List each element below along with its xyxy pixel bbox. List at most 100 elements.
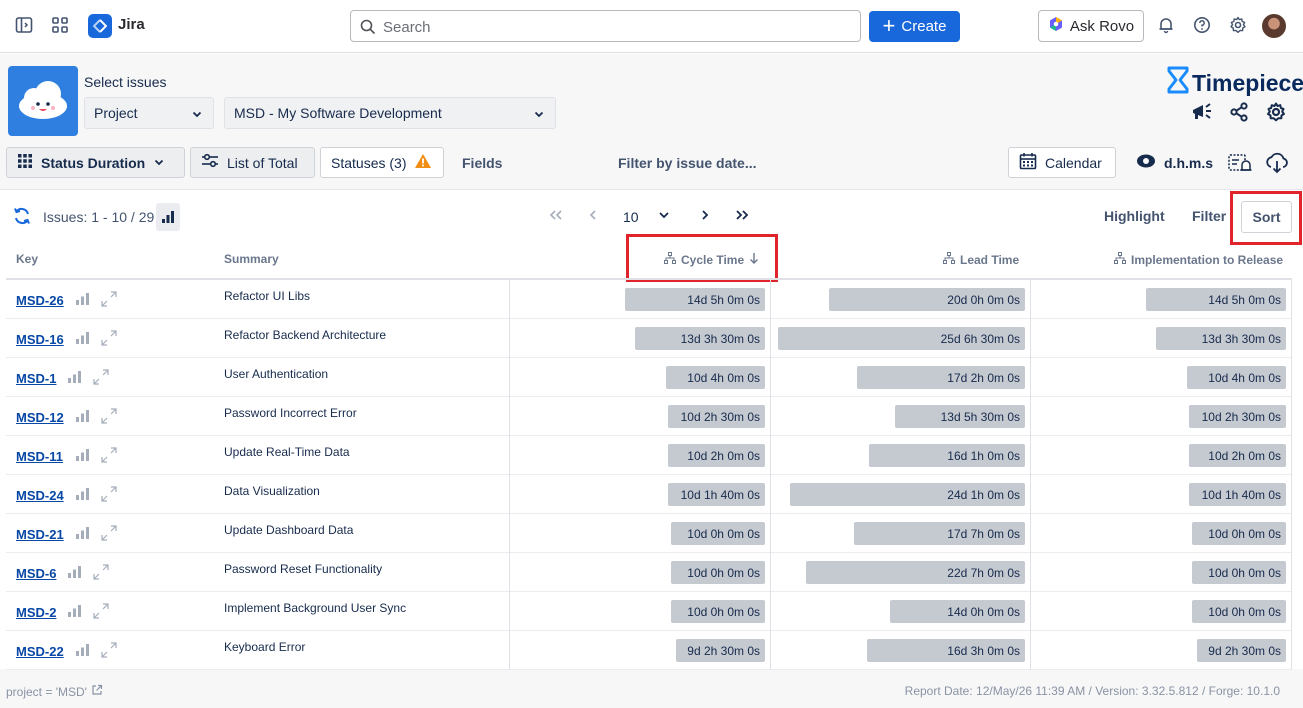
ask-rovo-button[interactable]: Ask Rovo (1038, 10, 1144, 42)
cycle-duration-bar[interactable]: 10d 2h 30m 0s (668, 405, 765, 428)
expand-details-icon[interactable] (100, 407, 118, 425)
sidebar-toggle-icon[interactable] (14, 15, 34, 35)
issue-key-link[interactable]: MSD-1 (16, 371, 56, 386)
lead-duration-bar[interactable]: 16d 3h 0m 0s (867, 639, 1025, 662)
status-duration-dropdown[interactable]: Status Duration (6, 147, 185, 178)
column-header-cycle-time[interactable]: Cycle Time (664, 252, 759, 267)
app-switcher-icon[interactable] (50, 15, 70, 35)
lead-duration-bar[interactable]: 14d 0h 0m 0s (890, 600, 1025, 623)
last-page-icon[interactable] (734, 208, 750, 225)
expand-details-icon[interactable] (92, 602, 110, 620)
lead-duration-bar[interactable]: 13d 5h 30m 0s (895, 405, 1025, 428)
jira-logo-icon[interactable] (88, 14, 112, 38)
app-name[interactable]: Jira (118, 16, 145, 33)
status-chart-icon[interactable] (75, 488, 90, 500)
sort-button[interactable]: Sort (1241, 201, 1292, 233)
status-chart-icon[interactable] (75, 449, 90, 461)
schedule-report-icon[interactable] (1228, 151, 1252, 175)
page-size-value[interactable]: 10 (623, 209, 639, 225)
fields-button[interactable]: Fields (452, 147, 512, 178)
expand-details-icon[interactable] (100, 290, 118, 308)
expand-details-icon[interactable] (100, 524, 118, 542)
highlight-button[interactable]: Highlight (1104, 208, 1165, 224)
list-of-total-button[interactable]: List of Total (190, 147, 315, 178)
lead-duration-bar[interactable]: 17d 2h 0m 0s (857, 366, 1025, 389)
column-header-lead-time[interactable]: Lead Time (943, 252, 1019, 267)
impl-duration-bar[interactable]: 10d 0h 0m 0s (1192, 600, 1286, 623)
lead-duration-bar[interactable]: 24d 1h 0m 0s (790, 483, 1025, 506)
notifications-bell-icon[interactable] (1156, 15, 1176, 35)
filter-by-issue-date-button[interactable]: Filter by issue date... (608, 147, 767, 178)
issue-key-link[interactable]: MSD-2 (16, 605, 56, 620)
refresh-icon[interactable] (12, 206, 32, 229)
status-chart-icon[interactable] (75, 527, 90, 539)
issue-key-link[interactable]: MSD-12 (16, 410, 64, 425)
status-chart-icon[interactable] (68, 371, 82, 383)
impl-duration-bar[interactable]: 9d 2h 30m 0s (1197, 639, 1286, 662)
chart-view-icon[interactable] (156, 203, 180, 231)
lead-duration-bar[interactable]: 17d 7h 0m 0s (854, 522, 1025, 545)
announcement-megaphone-icon[interactable] (1190, 100, 1214, 124)
time-format-toggle[interactable]: d.h.m.s (1126, 147, 1223, 178)
expand-details-icon[interactable] (100, 446, 118, 464)
app-settings-gear-icon[interactable] (1264, 100, 1288, 124)
issue-key-link[interactable]: MSD-24 (16, 488, 64, 503)
column-header-implementation-to-release[interactable]: Implementation to Release (1114, 252, 1283, 267)
lead-duration-bar[interactable]: 20d 0h 0m 0s (829, 288, 1025, 311)
column-header-key[interactable]: Key (16, 252, 38, 266)
first-page-icon[interactable] (548, 208, 564, 225)
issue-key-link[interactable]: MSD-16 (16, 332, 64, 347)
impl-duration-bar[interactable]: 14d 5h 0m 0s (1146, 288, 1286, 311)
lead-duration-bar[interactable]: 22d 7h 0m 0s (806, 561, 1025, 584)
expand-details-icon[interactable] (92, 368, 110, 386)
impl-duration-bar[interactable]: 13d 3h 30m 0s (1156, 327, 1286, 350)
cycle-duration-bar[interactable]: 13d 3h 30m 0s (635, 327, 765, 350)
issue-key-link[interactable]: MSD-21 (16, 527, 64, 542)
project-select-dropdown[interactable]: MSD - My Software Development (224, 97, 556, 129)
cycle-duration-bar[interactable]: 10d 2h 0m 0s (668, 444, 765, 467)
search-input[interactable] (383, 17, 843, 37)
expand-details-icon[interactable] (100, 485, 118, 503)
cycle-duration-bar[interactable]: 9d 2h 30m 0s (676, 639, 765, 662)
help-icon[interactable] (1192, 15, 1212, 35)
status-chart-icon[interactable] (75, 332, 90, 344)
search-box[interactable] (350, 10, 861, 42)
impl-duration-bar[interactable]: 10d 0h 0m 0s (1192, 522, 1286, 545)
cycle-duration-bar[interactable]: 10d 0h 0m 0s (671, 600, 765, 623)
column-header-summary[interactable]: Summary (224, 252, 279, 266)
impl-duration-bar[interactable]: 10d 2h 30m 0s (1189, 405, 1286, 428)
cycle-duration-bar[interactable]: 10d 4h 0m 0s (666, 366, 765, 389)
cycle-duration-bar[interactable]: 10d 1h 40m 0s (668, 483, 765, 506)
issue-key-link[interactable]: MSD-11 (16, 449, 63, 464)
impl-duration-bar[interactable]: 10d 4h 0m 0s (1187, 366, 1286, 389)
expand-details-icon[interactable] (100, 329, 118, 347)
impl-duration-bar[interactable]: 10d 0h 0m 0s (1192, 561, 1286, 584)
jql-footer[interactable]: project = 'MSD' (6, 684, 103, 699)
page-size-chevron-icon[interactable] (657, 208, 671, 225)
issue-key-link[interactable]: MSD-22 (16, 644, 64, 659)
expand-details-icon[interactable] (92, 563, 110, 581)
create-button[interactable]: + Create (869, 11, 960, 42)
filter-button[interactable]: Filter (1192, 208, 1226, 224)
cloud-download-icon[interactable] (1265, 151, 1289, 175)
status-chart-icon[interactable] (75, 410, 90, 422)
user-avatar[interactable] (1262, 14, 1286, 38)
cycle-duration-bar[interactable]: 10d 0h 0m 0s (671, 561, 765, 584)
issue-key-link[interactable]: MSD-26 (16, 293, 64, 308)
calendar-button[interactable]: Calendar (1008, 147, 1116, 178)
cycle-duration-bar[interactable]: 10d 0h 0m 0s (671, 522, 765, 545)
share-icon[interactable] (1227, 100, 1251, 124)
status-chart-icon[interactable] (68, 566, 82, 578)
next-page-icon[interactable] (698, 208, 712, 225)
status-chart-icon[interactable] (75, 293, 90, 305)
lead-duration-bar[interactable]: 16d 1h 0m 0s (869, 444, 1025, 467)
impl-duration-bar[interactable]: 10d 1h 40m 0s (1189, 483, 1286, 506)
expand-details-icon[interactable] (100, 641, 118, 659)
impl-duration-bar[interactable]: 10d 2h 0m 0s (1189, 444, 1286, 467)
lead-duration-bar[interactable]: 25d 6h 30m 0s (778, 327, 1025, 350)
issue-key-link[interactable]: MSD-6 (16, 566, 56, 581)
settings-gear-icon[interactable] (1228, 15, 1248, 35)
previous-page-icon[interactable] (586, 208, 600, 225)
statuses-button[interactable]: Statuses (3) (320, 147, 444, 178)
project-type-dropdown[interactable]: Project (84, 97, 214, 129)
